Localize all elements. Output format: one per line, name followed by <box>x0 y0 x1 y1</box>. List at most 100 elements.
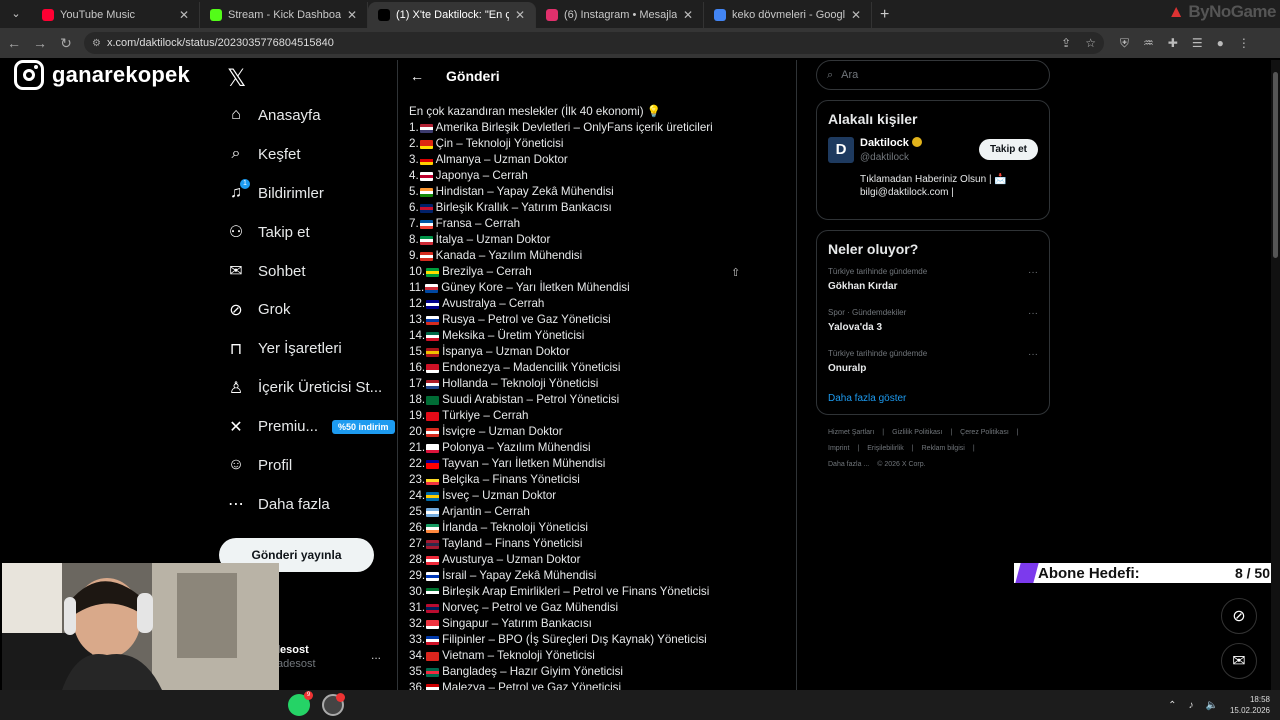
sidebar-item-label: Yer İşaretleri <box>258 340 342 358</box>
sidebar-item[interactable]: ✕ Premiu... %50 indirim <box>219 407 399 446</box>
list-number: 3. <box>409 153 419 166</box>
browser-tab[interactable]: (6) Instagram • Mesajlar ✕ <box>536 2 704 28</box>
sidebar-item[interactable]: ✉ Sohbet <box>219 252 399 291</box>
forward-button[interactable]: → <box>28 35 52 51</box>
browser-tab[interactable]: YouTube Music ✕ <box>32 2 200 28</box>
footer-link[interactable]: Gizlilik Politikası <box>892 429 942 436</box>
flag-icon <box>426 299 440 309</box>
account-name: lesost <box>277 644 309 656</box>
list-item: 17. Hollanda – Teknoloji Yöneticisi <box>409 376 796 392</box>
tab-search-button[interactable]: ⌄ <box>4 2 28 26</box>
sidebar-item[interactable]: ⊘ Grok <box>219 290 399 329</box>
account-more-icon[interactable]: ... <box>371 648 381 662</box>
list-item: 16. Endonezya – Madencilik Yöneticisi <box>409 360 796 376</box>
back-arrow-icon[interactable]: ← <box>410 68 434 84</box>
media-controls-icon[interactable]: ☰ <box>1192 36 1203 51</box>
tab-close-icon[interactable]: ✕ <box>851 8 861 22</box>
flag-icon <box>426 331 440 341</box>
install-app-icon[interactable]: ⇪ <box>1061 36 1071 50</box>
creator-icon: ♙ <box>228 379 244 397</box>
flag-icon <box>419 203 433 213</box>
scrollbar-thumb[interactable] <box>1273 72 1278 258</box>
sidebar-item[interactable]: ⊓ Yer İşaretleri <box>219 329 399 368</box>
list-item: 2. Çin – Teknoloji Yöneticisi <box>409 136 796 152</box>
bookmark-star-icon[interactable]: ☆ <box>1085 36 1096 50</box>
more-options-icon[interactable]: ··· <box>1028 349 1038 360</box>
flag-icon <box>426 427 440 437</box>
sidebar-item[interactable]: ⚇ Takip et <box>219 213 399 252</box>
flag-icon <box>419 155 433 165</box>
clock[interactable]: 18:58 15.02.2026 <box>1230 694 1270 716</box>
page-scrollbar[interactable] <box>1271 60 1280 690</box>
microphone-icon[interactable]: ♪ <box>1189 700 1194 711</box>
footer-link[interactable]: Çerez Politikası <box>960 429 1009 436</box>
footer-link[interactable]: Daha fazla ... <box>828 461 869 468</box>
tab-close-icon[interactable]: ✕ <box>683 8 693 22</box>
whatsapp-icon[interactable]: 9 <box>288 691 313 716</box>
address-bar[interactable]: ⚙ x.com/daktilock/status/202303577680451… <box>84 32 1104 54</box>
speaker-icon[interactable]: 🔈 <box>1206 700 1218 711</box>
browser-tab[interactable]: Stream - Kick Dashboard ✕ <box>200 2 368 28</box>
trend-item[interactable]: Spor · Gündemdekiler Yalova'da 3 ··· <box>828 308 1038 349</box>
browser-tab[interactable]: (1) X'te Daktilock: "En çok kazan ✕ <box>368 2 536 28</box>
tab-favicon-icon <box>210 9 222 21</box>
tab-close-icon[interactable]: ✕ <box>515 8 525 22</box>
trend-context: Türkiye tarihinde gündemde <box>828 349 928 358</box>
new-tab-button[interactable]: + <box>880 2 889 28</box>
reload-button[interactable]: ↻ <box>54 35 78 52</box>
sidebar-item-label: Grok <box>258 301 291 319</box>
list-text: İspanya – Uzman Doktor <box>442 345 570 358</box>
sidebar-item-label: Premiu... <box>258 418 319 436</box>
trend-item[interactable]: Türkiye tarihinde gündemde Gökhan Kırdar ·… <box>828 267 1038 308</box>
more-options-icon[interactable]: ··· <box>1028 267 1038 278</box>
list-text: İtalya – Uzman Doktor <box>435 233 551 246</box>
grok-fab-button[interactable]: ⊘ <box>1221 598 1257 634</box>
browser-tab[interactable]: keko dövmeleri - Google'da Ara ✕ <box>704 2 872 28</box>
site-info-icon[interactable]: ⚙ <box>92 38 101 49</box>
list-item: 33. Filipinler – BPO (İş Süreçleri Dış Ka… <box>409 632 796 648</box>
related-person[interactable]: D Daktilock @daktilock Tıklamadan Haberi… <box>828 137 1038 209</box>
more-options-icon[interactable]: ··· <box>1028 308 1038 319</box>
footer-link[interactable]: Reklam bilgisi <box>922 445 965 452</box>
app-badge <box>336 693 345 702</box>
back-button[interactable]: ← <box>2 35 26 51</box>
list-number: 18. <box>409 393 426 406</box>
sidebar-item[interactable]: ♫ 1 Bildirimler <box>219 174 399 213</box>
search-placeholder: Ara <box>841 69 859 81</box>
list-item: 13. Rusya – Petrol ve Gaz Yöneticisi <box>409 312 796 328</box>
sidebar-item[interactable]: ♙ İçerik Üreticisi St... <box>219 368 399 407</box>
trend-item[interactable]: Türkiye tarihinde gündemde Onuralp ··· <box>828 349 1038 390</box>
footer-link[interactable]: Hizmet Şartları <box>828 429 874 436</box>
sidebar-item-label: İçerik Üreticisi St... <box>258 379 383 397</box>
chevron-up-icon[interactable]: ⌃ <box>1168 700 1176 711</box>
app-icon[interactable] <box>322 693 345 716</box>
list-text: Brezilya – Cerrah <box>442 265 532 278</box>
sidebar-item[interactable]: ⌂ Anasayfa <box>219 96 399 135</box>
footer-link[interactable]: Erişilebilirlik <box>867 445 904 452</box>
shield-extension-icon[interactable]: ⛨ <box>1120 36 1129 51</box>
follow-button[interactable]: Takip et <box>978 139 1038 160</box>
profile-avatar-icon[interactable]: ● <box>1217 36 1224 51</box>
sidebar-item[interactable]: ⋯ Daha fazla <box>219 485 399 524</box>
show-more-link[interactable]: Daha fazla göster <box>828 393 1038 404</box>
footer-link[interactable]: © 2026 X Corp. <box>877 461 925 468</box>
tab-close-icon[interactable]: ✕ <box>347 8 357 22</box>
avatar[interactable]: D <box>828 137 854 163</box>
list-item: 5. Hindistan – Yapay Zekâ Mühendisi <box>409 184 796 200</box>
list-item: 11. Güney Kore – Yarı İletken Mühendisi <box>409 280 796 296</box>
messages-fab-button[interactable]: ✉ <box>1221 643 1257 679</box>
tab-label: keko dövmeleri - Google'da Ara <box>732 9 845 21</box>
sub-goal-overlay: Abone Hedefi: 8 / 50 <box>1014 563 1280 583</box>
footer-link[interactable]: Imprint <box>828 445 849 452</box>
footer-link: | <box>911 445 914 452</box>
tab-close-icon[interactable]: ✕ <box>179 8 189 22</box>
list-item: 15. İspanya – Uzman Doktor <box>409 344 796 360</box>
search-input[interactable]: ⌕ Ara <box>816 60 1050 90</box>
list-text: İsveç – Uzman Doktor <box>442 489 557 502</box>
sidebar-item[interactable]: ⌕ Keşfet <box>219 135 399 174</box>
x-logo-icon[interactable]: 𝕏 <box>227 64 399 96</box>
browser-menu-icon[interactable]: ⋮ <box>1238 36 1250 51</box>
extensions-puzzle-icon[interactable]: ✚ <box>1168 36 1178 51</box>
audio-extension-icon[interactable]: ♒ <box>1143 36 1154 51</box>
sidebar-item[interactable]: ☺ Profil <box>219 446 399 485</box>
